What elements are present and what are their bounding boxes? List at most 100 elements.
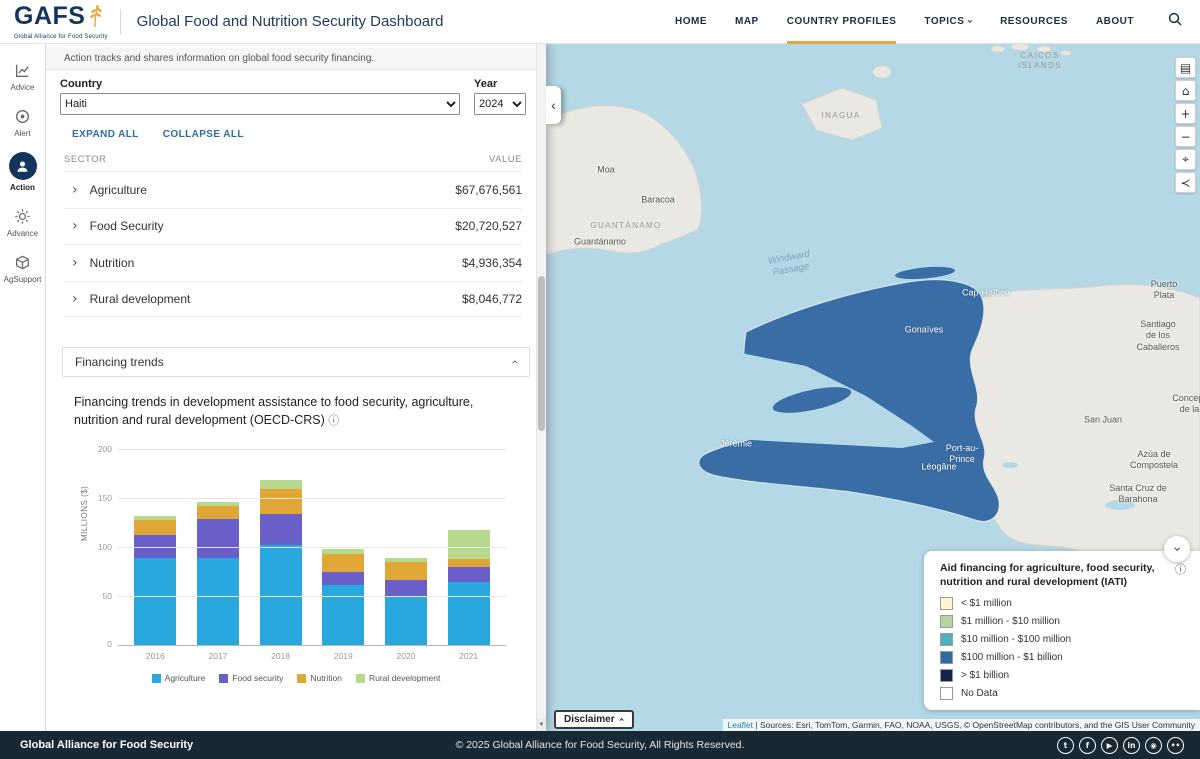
stacked-bar[interactable] <box>260 480 302 646</box>
nav-item-about[interactable]: ABOUT <box>1096 0 1134 44</box>
x-tick-label: 2018 <box>271 651 290 661</box>
leaflet-link[interactable]: Leaflet <box>728 720 754 730</box>
stacked-bar[interactable] <box>197 502 239 645</box>
target-icon <box>13 106 33 126</box>
nav-item-label: TOPICS <box>924 16 964 27</box>
bar-segment-nutrition[interactable] <box>322 554 364 573</box>
nav-item-home[interactable]: HOME <box>675 0 707 44</box>
bar-segment-food-security[interactable] <box>385 580 427 597</box>
scrollbar-down-button[interactable]: ▼ <box>537 718 546 731</box>
disclaimer-button[interactable]: Disclaimer › <box>554 710 634 729</box>
home-button[interactable]: ⌂ <box>1175 80 1196 101</box>
linkedin-icon[interactable]: in <box>1123 737 1140 754</box>
nav-item-label: RESOURCES <box>1000 16 1068 27</box>
table-row[interactable]: ›Food Security$20,720,527 <box>64 208 522 245</box>
sidebar-item-agsupport[interactable]: AgSupport <box>4 252 42 284</box>
sidebar-item-action[interactable]: Action <box>9 152 37 192</box>
sidebar-item-label: Action <box>10 183 35 192</box>
caicos-island <box>1037 46 1051 52</box>
table-row[interactable]: ›Rural development$8,046,772 <box>64 281 522 318</box>
legend-swatch <box>940 597 953 610</box>
table-row[interactable]: ›Nutrition$4,936,354 <box>64 244 522 281</box>
bar-segment-nutrition[interactable] <box>260 489 302 513</box>
nav-item-map[interactable]: MAP <box>735 0 759 44</box>
bar-segment-food-security[interactable] <box>260 514 302 545</box>
chevron-right-icon: › <box>72 218 78 234</box>
zoom-out-button[interactable]: − <box>1175 126 1196 147</box>
flickr-icon[interactable]: •• <box>1167 737 1184 754</box>
legend-swatch <box>940 633 953 646</box>
bar-segment-nutrition[interactable] <box>134 520 176 535</box>
twitter-icon[interactable]: t <box>1057 737 1074 754</box>
bar-segment-food-security[interactable] <box>322 572 364 585</box>
search-button[interactable] <box>1168 12 1182 31</box>
info-icon[interactable]: ⓘ <box>328 414 339 427</box>
legend-collapse-button[interactable]: › <box>1164 536 1190 562</box>
legend-label: Agriculture <box>165 673 206 683</box>
bar-segment-food-security[interactable] <box>448 567 490 582</box>
bar-segment-nutrition[interactable] <box>197 506 239 519</box>
bar-segment-agriculture[interactable] <box>322 585 364 645</box>
share-button[interactable]: ≺ <box>1175 172 1196 193</box>
year-select[interactable]: 2024 <box>474 93 526 115</box>
locate-button[interactable]: ⌖ <box>1175 149 1196 170</box>
sector-table: SECTOR VALUE ›Agriculture$67,676,561›Foo… <box>46 146 546 317</box>
sidebar-item-advance[interactable]: Advance <box>7 206 38 238</box>
sidebar-item-alert[interactable]: Alert <box>13 106 33 138</box>
chart-plot: 201620172018201920202021 050100150200 <box>118 451 506 646</box>
info-icon[interactable]: ⓘ <box>1175 561 1186 589</box>
panel-scrollbar[interactable]: ▼ <box>536 44 546 731</box>
logo[interactable]: GAFS Global Alliance for Food Security <box>14 4 108 40</box>
gridline <box>118 547 506 548</box>
table-row[interactable]: ›Agriculture$67,676,561 <box>64 171 522 208</box>
stacked-bar[interactable] <box>322 549 364 646</box>
legend-label: $10 million - $100 million <box>961 634 1071 645</box>
youtube-icon[interactable]: ▶ <box>1101 737 1118 754</box>
stacked-bar[interactable] <box>134 516 176 646</box>
sector-value: $4,936,354 <box>462 256 522 270</box>
sidebar-item-advice[interactable]: Advice <box>10 60 34 92</box>
bar-segment-agriculture[interactable] <box>134 558 176 646</box>
bar-segment-agriculture[interactable] <box>385 597 427 646</box>
sidebar-item-label: Advance <box>7 229 38 238</box>
chart-legend-item: Rural development <box>356 673 440 683</box>
bar-group: 2016 <box>134 451 176 645</box>
bar-segment-rural-development[interactable] <box>260 480 302 490</box>
chevron-down-icon: › <box>1169 546 1185 552</box>
dominican-republic-shape[interactable] <box>964 284 1200 584</box>
bar-segment-agriculture[interactable] <box>197 558 239 646</box>
legend-swatch <box>152 674 161 683</box>
footer: Global Alliance for Food Security © 2025… <box>0 731 1200 759</box>
bar-segment-nutrition[interactable] <box>385 562 427 580</box>
financing-trends-accordion[interactable]: Financing trends › <box>62 347 530 377</box>
nav-item-topics[interactable]: TOPICS› <box>924 0 972 44</box>
map-legend-items: < $1 million$1 million - $10 million$10 … <box>940 597 1186 700</box>
panel-collapse-tab[interactable]: ‹ <box>546 86 561 124</box>
expand-all-link[interactable]: EXPAND ALL <box>72 129 139 140</box>
panel-description: Action tracks and shares information on … <box>46 48 546 70</box>
basemap-gallery-button[interactable]: ▤ <box>1175 57 1196 78</box>
zoom-in-button[interactable]: + <box>1175 103 1196 124</box>
bar-segment-nutrition[interactable] <box>448 559 490 567</box>
chevron-right-icon: › <box>72 182 78 198</box>
chevron-down-icon: › <box>964 19 975 24</box>
x-tick-label: 2017 <box>209 651 228 661</box>
bar-segment-rural-development[interactable] <box>448 530 490 559</box>
instagram-icon[interactable]: ◉ <box>1145 737 1162 754</box>
nav-item-resources[interactable]: RESOURCES <box>1000 0 1068 44</box>
nav-item-country-profiles[interactable]: COUNTRY PROFILES <box>787 0 897 44</box>
social-icons: tf ▶ in ◉ •• <box>1057 737 1184 754</box>
bar-group: 2018 <box>260 451 302 645</box>
sidebar-item-label: Alert <box>14 129 30 138</box>
lake <box>1105 500 1135 510</box>
legend-swatch <box>356 674 365 683</box>
facebook-icon[interactable]: f <box>1079 737 1096 754</box>
scrollbar-thumb[interactable] <box>538 276 545 431</box>
stacked-bar[interactable] <box>385 558 427 646</box>
footer-copyright: © 2025 Global Alliance for Food Security… <box>0 739 1200 751</box>
bar-segment-agriculture[interactable] <box>448 582 490 645</box>
country-select[interactable]: Haiti <box>60 93 460 115</box>
sector-table-body: ›Agriculture$67,676,561›Food Security$20… <box>64 171 522 317</box>
collapse-all-link[interactable]: COLLAPSE ALL <box>163 129 244 140</box>
bar-segment-food-security[interactable] <box>197 519 239 558</box>
